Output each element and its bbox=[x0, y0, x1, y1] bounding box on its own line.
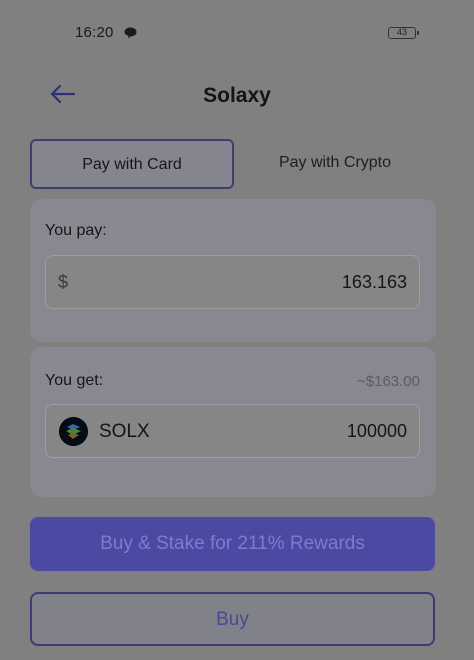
status-time: 16:20 bbox=[75, 24, 114, 41]
dollar-icon: $ bbox=[58, 272, 69, 292]
buy-and-stake-button[interactable]: Buy & Stake for 211% Rewards bbox=[30, 517, 435, 571]
pay-amount-field[interactable]: $ 163.163 bbox=[45, 255, 420, 309]
solx-token-icon bbox=[59, 417, 88, 446]
battery-icon: 43 bbox=[388, 27, 419, 39]
pay-amount-value[interactable]: 163.163 bbox=[342, 272, 407, 293]
get-approx-value: ~$163.00 bbox=[357, 373, 420, 390]
tab-pay-with-crypto[interactable]: Pay with Crypto bbox=[234, 139, 436, 189]
you-pay-panel: You pay: $ 163.163 bbox=[30, 199, 436, 342]
app-header: Solaxy bbox=[0, 70, 474, 122]
you-get-label: You get: bbox=[45, 372, 104, 389]
get-amount-field[interactable]: SOLX 100000 bbox=[45, 404, 420, 458]
chat-bubble-icon bbox=[124, 27, 137, 39]
you-pay-label: You pay: bbox=[45, 222, 107, 239]
get-amount-value[interactable]: 100000 bbox=[347, 421, 407, 442]
tab-pay-with-card[interactable]: Pay with Card bbox=[30, 139, 234, 189]
you-get-panel: You get: ~$163.00 SOLX 100000 bbox=[30, 347, 436, 497]
page-title: Solaxy bbox=[203, 84, 271, 107]
payment-method-tabs: Pay with Card Pay with Crypto bbox=[30, 139, 436, 189]
status-bar: 16:20 43 bbox=[0, 0, 474, 66]
token-name: SOLX bbox=[99, 421, 150, 442]
buy-button[interactable]: Buy bbox=[30, 592, 435, 646]
